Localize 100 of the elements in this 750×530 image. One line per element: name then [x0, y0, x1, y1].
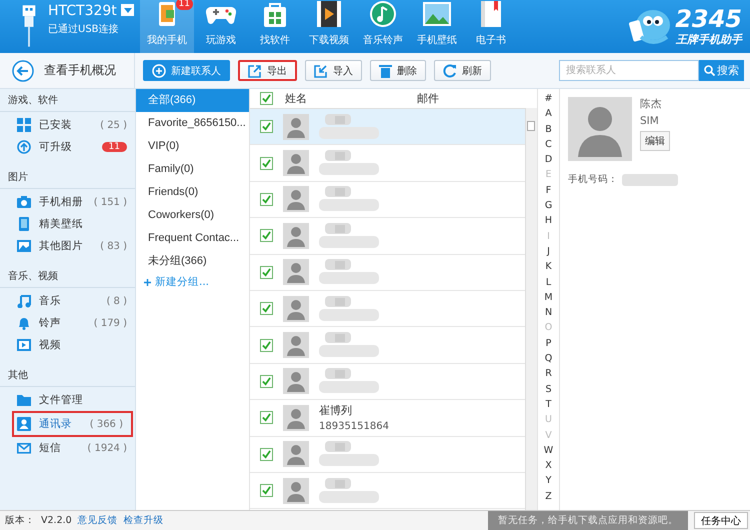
index-letter[interactable]: Q — [544, 351, 552, 366]
nav-tab[interactable]: 下载视频 — [302, 0, 356, 53]
index-letter[interactable]: K — [545, 259, 552, 275]
group-item[interactable]: Family(0) — [136, 158, 249, 181]
avatar-icon — [283, 478, 309, 504]
item-count: ( 151 ) — [94, 196, 127, 208]
sidebar-item[interactable]: 铃声 ( 179 ) — [0, 312, 135, 334]
row-checkbox[interactable] — [260, 448, 273, 461]
toolbar-button[interactable]: 新建联系人 — [143, 60, 230, 81]
row-checkbox[interactable] — [260, 484, 273, 498]
sidebar-item[interactable]: 精美壁纸 — [0, 213, 135, 235]
nav-tab[interactable]: 手机壁纸 — [410, 0, 464, 53]
row-checkbox[interactable] — [260, 266, 273, 279]
sidebar-item[interactable]: 视频 — [0, 334, 135, 356]
row-checkbox[interactable] — [260, 411, 273, 424]
index-letter[interactable]: D — [544, 152, 552, 168]
shopping-bag-icon — [262, 0, 288, 28]
version-label: 版本： — [5, 514, 35, 527]
toolbar-button[interactable]: 导出 — [238, 60, 297, 81]
plus-icon — [152, 64, 166, 78]
contact-icon — [17, 417, 31, 431]
bell-icon — [17, 316, 31, 330]
select-all-checkbox[interactable] — [260, 92, 273, 105]
group-item[interactable]: Favorite_8656150... — [136, 112, 249, 135]
phone-icon — [17, 217, 31, 231]
index-letter[interactable]: M — [544, 290, 553, 306]
index-letter[interactable]: G — [544, 198, 552, 214]
contact-row[interactable] — [250, 109, 525, 146]
index-letter[interactable]: X — [545, 458, 552, 474]
sidebar-item[interactable]: 文件管理 — [0, 389, 135, 411]
index-letter[interactable]: B — [545, 122, 552, 137]
sidebar-item[interactable]: 可升级 11 — [0, 136, 135, 158]
search-icon — [704, 65, 715, 76]
item-label: 音乐 — [39, 294, 61, 308]
dropdown-button[interactable] — [121, 4, 134, 16]
nav-tab[interactable]: 玩游戏 — [194, 0, 248, 53]
task-center-button[interactable]: 任务中心 — [694, 512, 748, 529]
index-letter[interactable]: A — [545, 106, 552, 122]
group-item[interactable]: Coworkers(0) — [136, 204, 249, 227]
nav-tab[interactable]: 电子书 — [464, 0, 518, 53]
sidebar-item[interactable]: 音乐 ( 8 ) — [0, 290, 135, 312]
index-letter[interactable]: P — [546, 336, 552, 352]
avatar-icon — [283, 186, 309, 212]
grid-icon — [17, 118, 31, 132]
toolbar-button[interactable]: 导入 — [305, 60, 362, 81]
nav-tab[interactable]: 音乐铃声 — [356, 0, 410, 53]
sidebar-item[interactable]: 通讯录 ( 366 ) — [12, 411, 133, 437]
row-checkbox[interactable] — [260, 120, 273, 134]
row-checkbox[interactable] — [260, 374, 273, 388]
index-letter[interactable]: # — [544, 91, 552, 106]
new-group-link[interactable]: 新建分组... — [136, 273, 249, 289]
image-icon — [17, 239, 31, 253]
row-checkbox[interactable] — [260, 302, 273, 316]
avatar-icon — [283, 222, 309, 249]
row-checkbox[interactable] — [260, 338, 273, 352]
group-item[interactable]: 全部(366) — [136, 89, 249, 112]
index-letter[interactable]: H — [544, 213, 552, 229]
index-letter[interactable]: C — [545, 136, 552, 152]
task-message: 暂无任务，给手机下载点应用和资源吧。 — [488, 511, 688, 530]
footer-link[interactable]: 意见反馈 — [78, 514, 118, 527]
item-count: ( 25 ) — [100, 120, 127, 130]
edit-button[interactable]: 编辑 — [640, 131, 670, 151]
toolbar-button[interactable]: 删除 — [370, 60, 426, 81]
group-item[interactable]: VIP(0) — [136, 135, 249, 158]
video-icon — [17, 338, 31, 352]
index-letter[interactable]: F — [546, 182, 552, 198]
row-checkbox[interactable] — [260, 229, 273, 242]
blurred-text-drawing — [319, 112, 381, 142]
index-letter[interactable]: S — [545, 382, 552, 397]
contact-row[interactable]: 崔博列 18935151864 — [250, 400, 525, 437]
group-item[interactable]: Frequent Contac... — [136, 227, 249, 250]
index-letter[interactable]: Z — [545, 488, 552, 504]
toolbar-button[interactable]: 刷新 — [434, 60, 491, 81]
sidebar-item[interactable]: 已安装 ( 25 ) — [0, 114, 135, 136]
back-button[interactable]: 查看手机概况 — [0, 53, 135, 88]
nav-tab[interactable]: 找软件 — [248, 0, 302, 53]
avatar-icon — [283, 114, 309, 140]
scrollbar[interactable] — [525, 108, 537, 510]
blurred-text-drawing — [319, 294, 381, 324]
sidebar-item[interactable]: 其他图片 ( 83 ) — [0, 235, 135, 257]
index-letter[interactable]: N — [544, 305, 552, 320]
index-letter[interactable]: J — [547, 244, 550, 260]
index-letter[interactable]: R — [545, 366, 552, 382]
sidebar-item[interactable]: 短信 ( 1924 ) — [0, 437, 135, 459]
group-item[interactable]: Friends(0) — [136, 181, 249, 204]
index-letter[interactable]: W — [544, 442, 554, 458]
film-icon — [316, 0, 342, 28]
footer-link[interactable]: 检查升级 — [124, 514, 164, 527]
index-letter[interactable]: L — [546, 274, 552, 290]
index-letter[interactable]: Y — [546, 473, 552, 489]
index-letter[interactable]: T — [546, 396, 552, 412]
row-checkbox[interactable] — [260, 156, 273, 170]
search-field[interactable]: 搜索联系人 — [559, 60, 699, 81]
item-label: 铃声 — [39, 316, 61, 330]
sidebar-item[interactable]: 手机相册 ( 151 ) — [0, 191, 135, 213]
mail-icon — [17, 441, 31, 455]
group-item[interactable]: 未分组(366) — [136, 250, 249, 273]
item-label: 文件管理 — [39, 393, 83, 407]
search-button[interactable]: 搜索 — [699, 60, 744, 81]
row-checkbox[interactable] — [260, 192, 273, 206]
